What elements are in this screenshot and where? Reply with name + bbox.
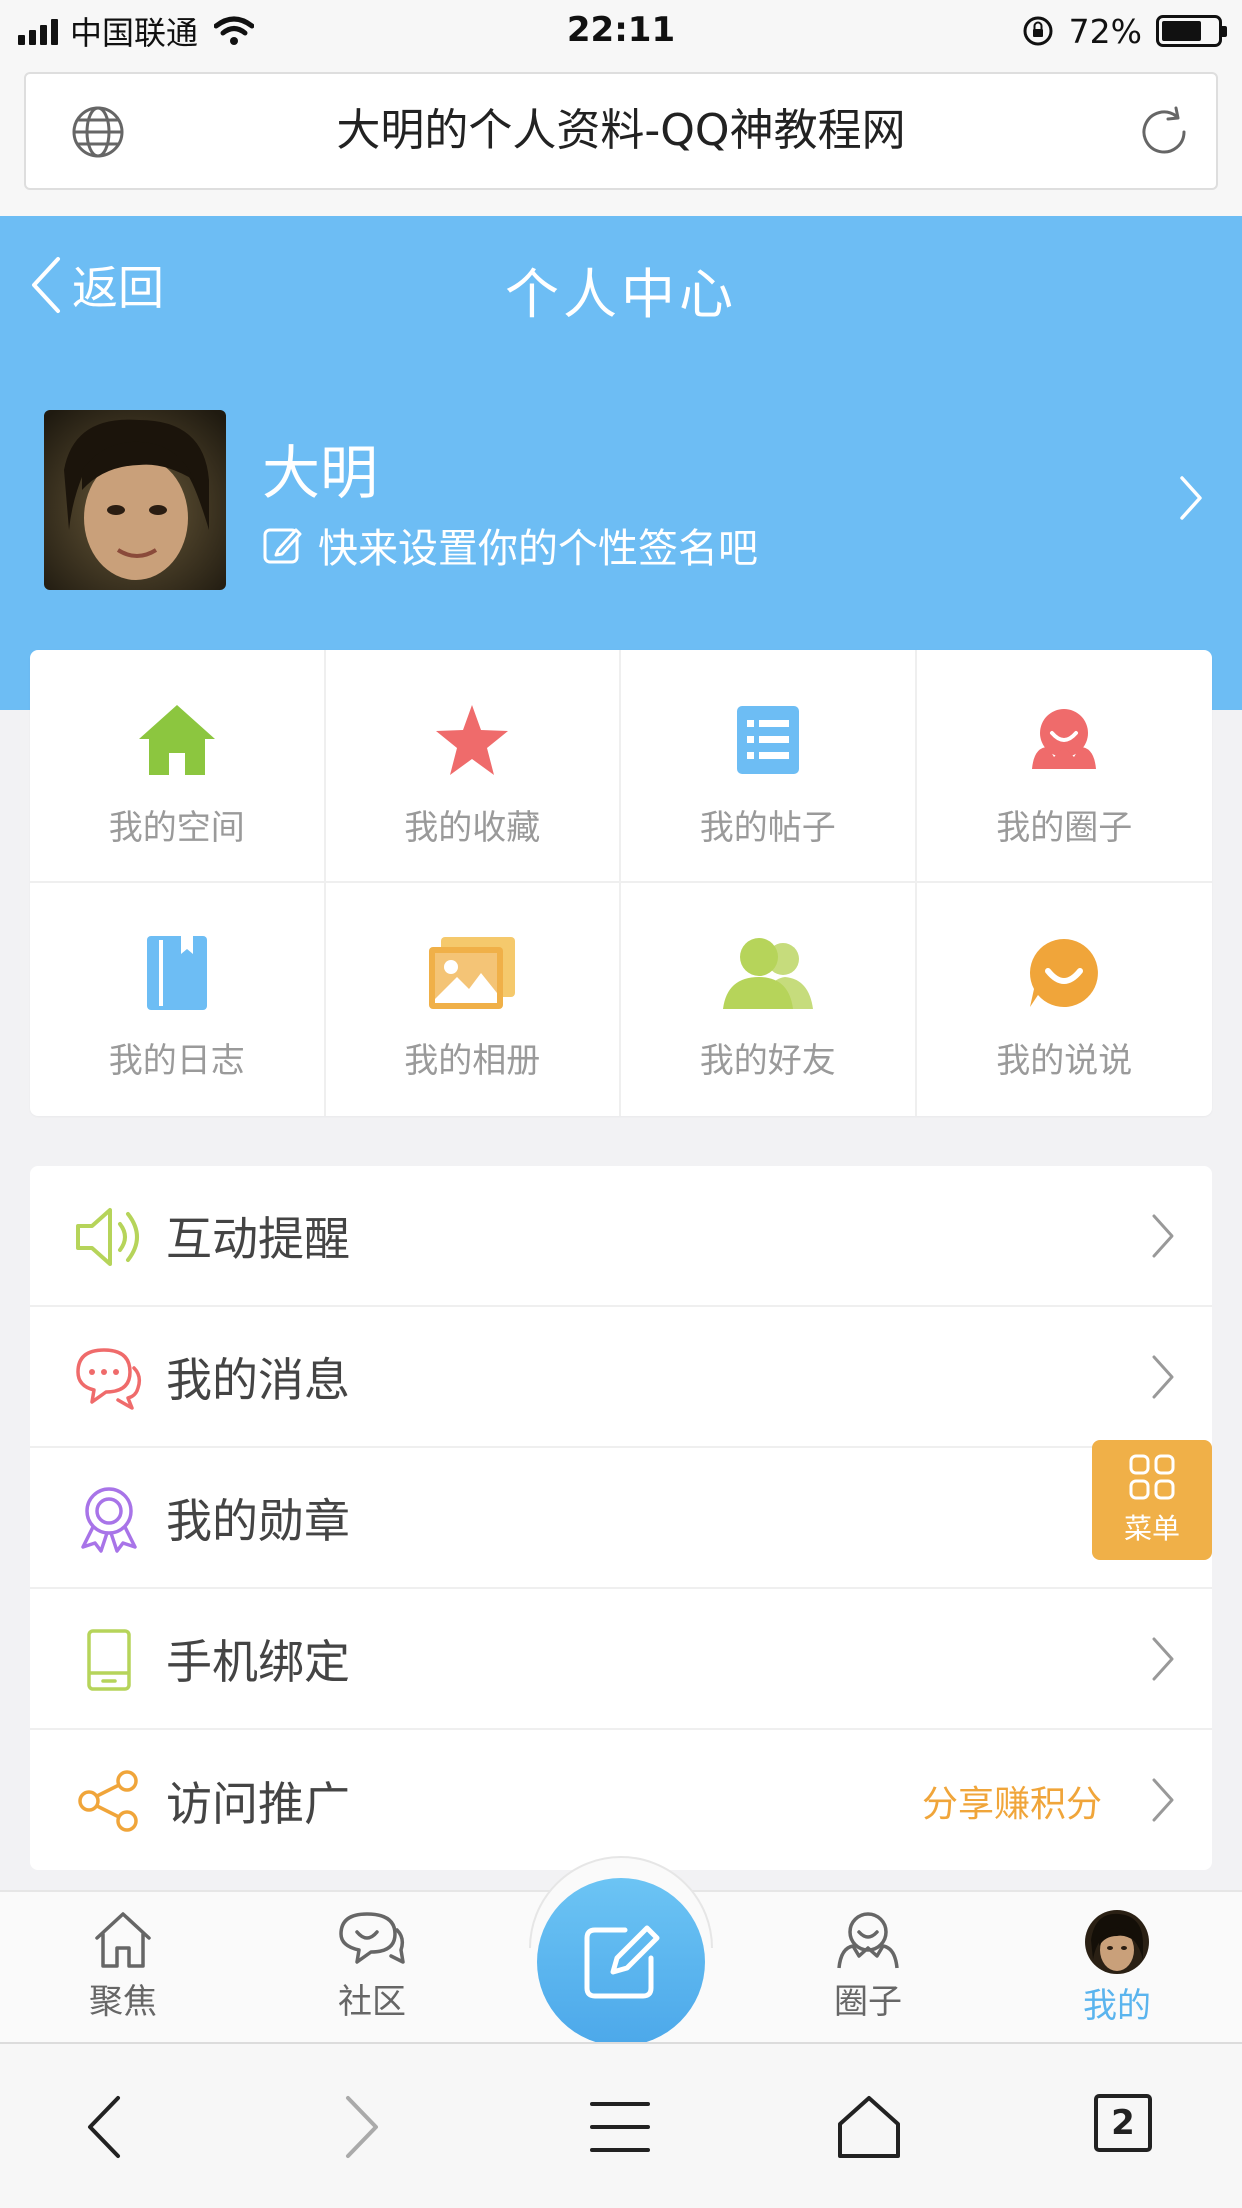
profile-header: 返回 个人中心 大明 快来设置你的个性签名吧 <box>0 216 1242 710</box>
battery-icon <box>1156 15 1227 47</box>
floating-menu-label: 菜单 <box>1123 1512 1180 1545</box>
page-url-title: 大明的个人资料-QQ神教程网 <box>336 105 906 156</box>
list-item-messages[interactable]: 我的消息 <box>30 1307 1212 1448</box>
browser-forward-icon[interactable] <box>342 2094 382 2160</box>
photo-icon <box>427 933 517 1013</box>
browser-toolbar: 2 <box>0 2042 1242 2208</box>
grid-item-label: 我的收藏 <box>404 808 541 848</box>
chevron-right-icon <box>1152 1637 1174 1681</box>
home-icon <box>132 700 222 780</box>
grid-item-circles[interactable]: 我的圈子 <box>916 650 1212 883</box>
browser-address-area: 大明的个人资料-QQ神教程网 <box>0 62 1242 216</box>
page-title: 个人中心 <box>505 263 737 326</box>
circle-people-icon <box>1019 700 1109 780</box>
friends-icon <box>722 933 813 1013</box>
share-icon <box>74 1768 144 1834</box>
chevron-right-icon <box>1152 1355 1174 1399</box>
list-item-label: 手机绑定 <box>166 1634 350 1689</box>
battery-level <box>1162 21 1201 41</box>
grid-item-label: 我的圈子 <box>996 808 1133 848</box>
notebook-icon <box>132 933 222 1013</box>
feature-grid: 我的空间 我的收藏 我的帖子 我的圈子 我的日志 我的相册 我的好友 我的说说 <box>30 650 1212 1116</box>
tab-label: 我的 <box>1083 1986 1151 2026</box>
tab-focus[interactable]: 聚焦 <box>48 1910 198 2023</box>
grid-item-space[interactable]: 我的空间 <box>30 650 326 883</box>
chat-outline-icon <box>339 1912 405 1964</box>
medal-icon <box>74 1486 144 1553</box>
compose-button[interactable] <box>537 1878 705 2046</box>
grid-item-label: 我的相册 <box>404 1041 541 1081</box>
grid-item-favorites[interactable]: 我的收藏 <box>325 650 621 883</box>
speaker-icon <box>74 1204 144 1270</box>
tab-label: 聚焦 <box>89 1982 157 2022</box>
share-points-hint: 分享赚积分 <box>921 1783 1102 1825</box>
browser-home-icon[interactable] <box>836 2094 902 2160</box>
chevron-right-icon <box>1152 1214 1174 1258</box>
signature-text: 快来设置你的个性签名吧 <box>318 526 758 572</box>
tab-mine[interactable]: 我的 <box>1042 1910 1192 2027</box>
grid-item-label: 我的日志 <box>108 1041 245 1081</box>
grid-item-label: 我的说说 <box>996 1041 1133 1081</box>
grid-item-journal[interactable]: 我的日志 <box>30 883 326 1116</box>
grid-item-friends[interactable]: 我的好友 <box>621 883 917 1116</box>
list-item-promotion[interactable]: 访问推广 分享赚积分 <box>30 1730 1212 1871</box>
compose-icon <box>584 1925 660 1999</box>
battery-percent: 72% <box>1068 11 1142 51</box>
tab-circles[interactable]: 圈子 <box>793 1910 943 2023</box>
grid-menu-icon <box>1129 1454 1175 1500</box>
status-right: 72% <box>1021 10 1227 52</box>
list-item-label: 访问推广 <box>166 1776 350 1831</box>
username: 大明 <box>262 439 379 507</box>
grid-item-label: 我的好友 <box>699 1041 836 1081</box>
browser-tabs-button[interactable]: 2 <box>1094 2094 1152 2152</box>
list-item-label: 我的消息 <box>166 1352 350 1407</box>
tab-count: 2 <box>1111 2103 1135 2143</box>
browser-menu-icon[interactable] <box>590 2094 650 2160</box>
floating-menu-button[interactable]: 菜单 <box>1092 1440 1212 1560</box>
list-icon <box>723 700 813 780</box>
list-item-phone-binding[interactable]: 手机绑定 <box>30 1589 1212 1730</box>
circle-outline-icon <box>837 1912 899 1969</box>
settings-list: 互动提醒 我的消息 我的勋章 手机绑定 访问推广 分享赚积分 <box>30 1166 1212 1870</box>
rotation-lock-icon <box>1023 16 1053 46</box>
tab-community[interactable]: 社区 <box>297 1910 447 2023</box>
house-outline-icon <box>95 1912 151 1968</box>
signature-prompt[interactable]: 快来设置你的个性签名吧 <box>262 516 758 574</box>
edit-icon <box>263 528 302 564</box>
grid-item-album[interactable]: 我的相册 <box>326 883 621 1116</box>
list-item-interaction-alerts[interactable]: 互动提醒 <box>30 1166 1212 1307</box>
grid-item-moments[interactable]: 我的说说 <box>917 883 1213 1116</box>
chat-bubbles-icon <box>74 1345 144 1411</box>
list-item-label: 我的勋章 <box>166 1493 350 1548</box>
grid-item-posts[interactable]: 我的帖子 <box>621 650 917 883</box>
reload-icon[interactable] <box>1136 104 1192 160</box>
avatar-icon <box>1085 1910 1149 1974</box>
list-item-medals[interactable]: 我的勋章 <box>30 1448 1212 1589</box>
chevron-right-icon <box>1152 1778 1174 1822</box>
star-icon <box>427 700 517 780</box>
tab-label: 圈子 <box>834 1982 902 2022</box>
status-bar: 中国联通 22:11 72% <box>0 0 1242 62</box>
grid-item-label: 我的帖子 <box>699 808 836 848</box>
address-bar[interactable]: 大明的个人资料-QQ神教程网 <box>24 72 1218 190</box>
tab-label: 社区 <box>338 1982 406 2022</box>
phone-icon <box>74 1627 144 1693</box>
browser-back-icon[interactable] <box>84 2094 124 2160</box>
avatar[interactable] <box>44 410 226 590</box>
smile-bubble-icon <box>1019 933 1109 1013</box>
grid-item-label: 我的空间 <box>108 808 245 848</box>
chevron-right-icon[interactable] <box>1178 474 1204 522</box>
list-item-label: 互动提醒 <box>166 1211 350 1266</box>
